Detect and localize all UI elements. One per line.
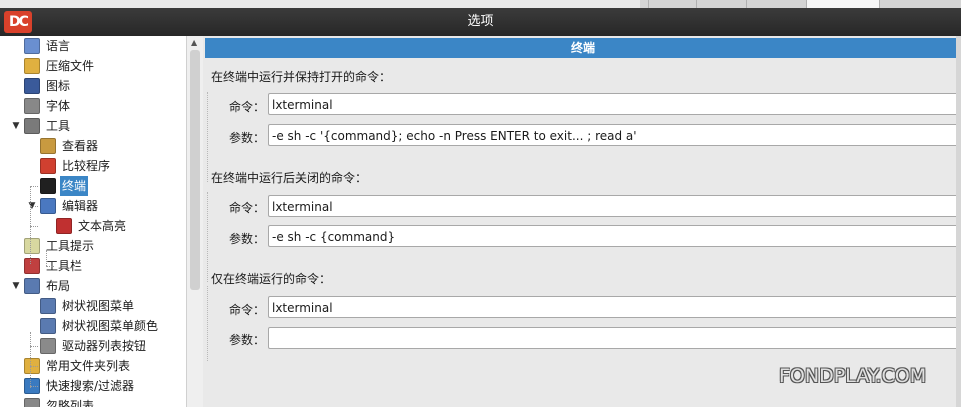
tree-item[interactable]: 快速搜索/过滤器	[24, 376, 136, 396]
tree-item[interactable]: 工具栏	[24, 256, 84, 276]
params-label: 参数：	[228, 232, 265, 246]
background-tab[interactable]	[696, 0, 747, 8]
panel-header: 终端	[205, 38, 961, 58]
tree-item-label: 图标	[46, 79, 71, 93]
expand-arrow-icon[interactable]: ▼	[10, 116, 22, 136]
tree-item-label: 比较程序	[62, 159, 111, 173]
close-after-params-input[interactable]: -e sh -c {command}	[268, 225, 961, 247]
run-only-command-input[interactable]: lxterminal	[268, 296, 961, 318]
close-after-command-input[interactable]: lxterminal	[268, 195, 961, 217]
tree-item[interactable]: 图标	[24, 76, 72, 96]
tree-item-label: 树状视图菜单颜色	[62, 319, 159, 333]
viewer-book-icon	[40, 137, 56, 154]
tree-item[interactable]: 常用文件夹列表	[24, 356, 132, 376]
tree-item[interactable]: ▼ 编辑器	[29, 196, 100, 216]
tree-item[interactable]: 驱动器列表按钮	[40, 336, 148, 356]
section-title-keep-open: 在终端中运行并保持打开的命令：	[211, 70, 392, 84]
icons-icon	[24, 77, 40, 94]
background-tab[interactable]	[746, 0, 797, 8]
tree-item-label: 字体	[46, 99, 71, 113]
params-label: 参数：	[228, 333, 265, 347]
tree-item[interactable]: 字体	[24, 96, 72, 116]
tree-item-label: 工具	[46, 119, 71, 133]
window-right-edge	[956, 36, 961, 407]
terminal-icon	[40, 177, 56, 194]
tree-guide-line	[30, 186, 38, 187]
tree-guide-line	[30, 366, 38, 367]
tree-item-label: 语言	[46, 39, 71, 53]
expand-arrow-icon[interactable]: ▼	[10, 276, 22, 296]
tree-item-label: 工具提示	[46, 239, 95, 253]
title-bar: DC 选项	[0, 8, 961, 36]
tree-item[interactable]: 语言	[24, 36, 72, 56]
tree-item[interactable]: ▼ 工具	[13, 116, 72, 136]
tree-item-label: 忽略列表	[46, 399, 95, 407]
tree-item[interactable]: ▼ 布局	[13, 276, 72, 296]
tree-item-label: 压缩文件	[46, 59, 95, 73]
scroll-up-arrow-icon[interactable]: ▲	[191, 38, 197, 47]
drive-list-button-icon	[40, 337, 56, 354]
tree-guide-line	[30, 226, 38, 227]
tree-item-label: 编辑器	[62, 199, 99, 213]
tree-guide-line	[46, 250, 47, 266]
tree-item[interactable]: 比较程序	[40, 156, 112, 176]
tree-guide-line	[30, 186, 31, 264]
tree-item[interactable]: 忽略列表	[24, 396, 96, 407]
section-divider	[207, 192, 209, 282]
tree-item[interactable]: 树状视图菜单	[40, 296, 136, 316]
font-icon	[24, 97, 40, 114]
command-label: 命令：	[228, 303, 265, 317]
tree-guide-line	[30, 332, 31, 388]
tooltip-bulb-icon	[24, 237, 40, 254]
background-tab-strip	[640, 0, 961, 8]
tree-item-label: 驱动器列表按钮	[62, 339, 147, 353]
tree-menu-icon	[40, 297, 56, 314]
archive-icon	[24, 57, 40, 74]
tools-icon	[24, 117, 40, 134]
window-title: 选项	[467, 14, 494, 29]
run-only-params-input[interactable]	[268, 327, 961, 349]
tree-item-label: 查看器	[62, 139, 99, 153]
tree-item[interactable]: 树状视图菜单颜色	[40, 316, 160, 336]
command-label: 命令：	[228, 201, 265, 215]
background-tab-download[interactable]	[648, 0, 697, 8]
tree-item-label: 布局	[46, 279, 71, 293]
layout-icon	[24, 277, 40, 294]
tree-guide-line	[30, 206, 38, 207]
section-title-run-only: 仅在终端运行的命令：	[211, 272, 332, 286]
watermark: FONDPLAY.COM	[779, 365, 927, 387]
tree-item-label: 终端	[60, 176, 89, 196]
tree-guide-line	[30, 346, 38, 347]
tree-item-label: 快速搜索/过滤器	[46, 379, 135, 393]
options-tree[interactable]: 语言 压缩文件 图标 字体 ▼ 工具 查看器 比较程序 终端 ▼ 编辑器 文本高亮 工具提示 工具栏 ▼ 布局…	[0, 36, 203, 407]
background-tab-images[interactable]	[806, 0, 880, 8]
toolbar-scissors-icon	[24, 257, 40, 274]
tree-item[interactable]: 压缩文件	[24, 56, 96, 76]
section-title-close-after: 在终端中运行后关闭的命令：	[211, 171, 368, 185]
tree-item[interactable]: 工具提示	[24, 236, 96, 256]
tree-scrollbar[interactable]: ▲	[186, 36, 203, 407]
section-divider	[207, 92, 209, 182]
scrollbar-thumb[interactable]	[190, 50, 200, 290]
tree-item[interactable]: 终端	[40, 176, 89, 196]
params-label: 参数：	[228, 131, 265, 145]
tree-guide-line	[30, 386, 38, 387]
tree-item[interactable]: 查看器	[40, 136, 100, 156]
language-flag-icon	[24, 37, 40, 54]
tree-guide-line	[46, 266, 54, 267]
ignore-list-icon	[24, 397, 40, 407]
tree-menu-color-icon	[40, 317, 56, 334]
terminal-settings-panel: 终端 在终端中运行并保持打开的命令： 命令： lxterminal 参数： -e…	[203, 36, 961, 407]
section-divider	[207, 286, 209, 361]
compare-icon	[40, 157, 56, 174]
keep-open-command-input[interactable]: lxterminal	[268, 93, 961, 115]
tree-item-label: 常用文件夹列表	[46, 359, 131, 373]
keep-open-params-input[interactable]: -e sh -c '{command}; echo -n Press ENTER…	[268, 124, 961, 146]
command-label: 命令：	[228, 100, 265, 114]
tree-item-label: 树状视图菜单	[62, 299, 135, 313]
editor-icon	[40, 197, 56, 214]
tree-item-label: 文本高亮	[78, 219, 127, 233]
text-highlight-icon	[56, 217, 72, 234]
tree-item[interactable]: 文本高亮	[56, 216, 128, 236]
